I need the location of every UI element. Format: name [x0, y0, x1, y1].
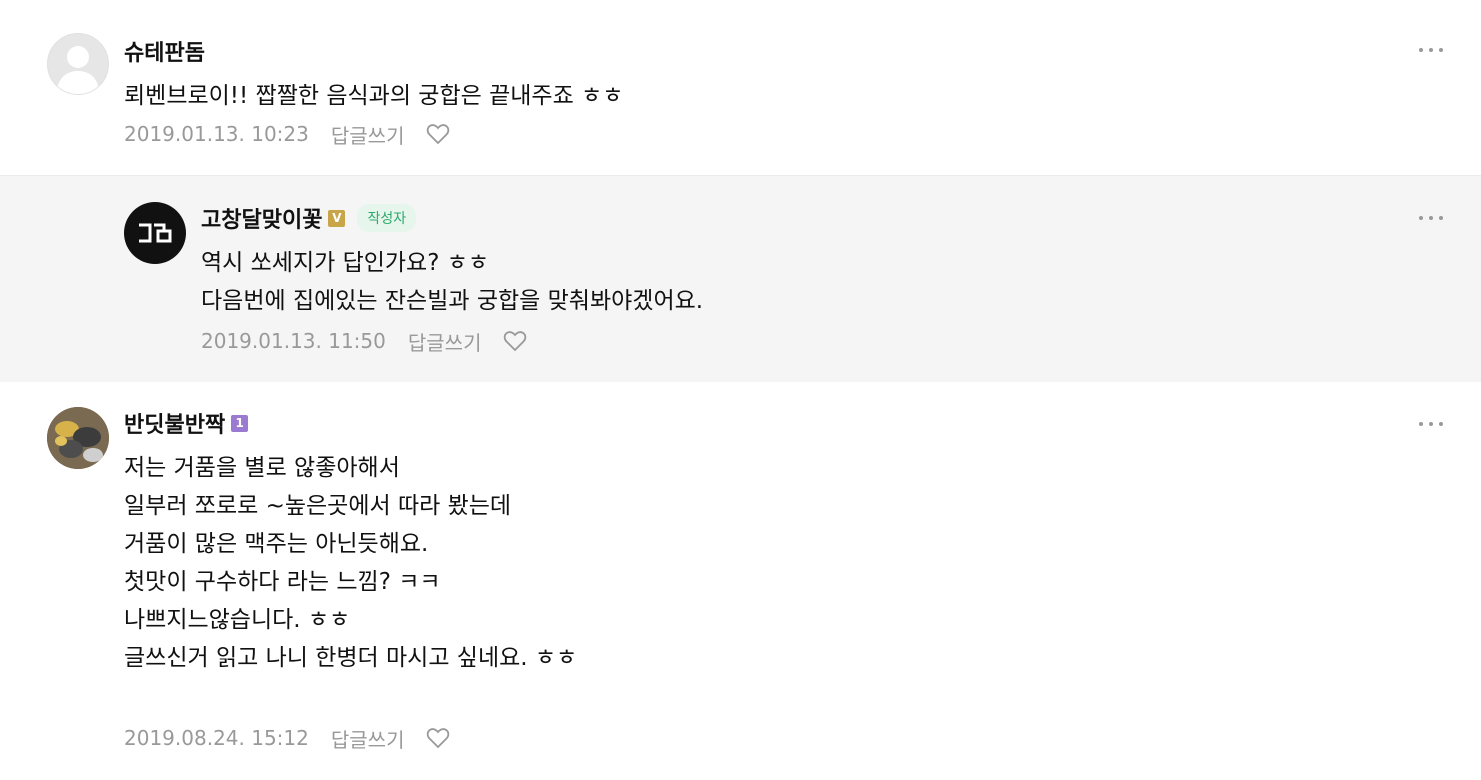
comment-date: 2019.08.24. 15:12	[124, 726, 309, 750]
comment-date: 2019.01.13. 11:50	[201, 329, 386, 353]
more-options-icon[interactable]	[1419, 419, 1443, 429]
verified-badge-icon: V	[328, 209, 346, 227]
heart-icon[interactable]	[426, 123, 450, 145]
comment-author[interactable]: 반딧불반짝	[124, 407, 225, 439]
reply-button[interactable]: 답글쓰기	[331, 724, 405, 753]
avatar-default[interactable]	[47, 33, 109, 95]
heart-icon[interactable]	[426, 727, 450, 749]
comment-text-line: 저는 거품을 별로 않좋아해서	[124, 455, 400, 481]
comment-item: 고창달맞이꽃 V 작성자 역시 쏘세지가 답인가요? ㅎㅎ 다음번에 집에있는 …	[0, 176, 1481, 382]
more-options-icon[interactable]	[1419, 213, 1443, 223]
comment-text-line: 나쁘지느않습니다. ㅎㅎ	[124, 607, 351, 633]
comment-text-line: 뢰벤브로이!! 짭짤한 음식과의 궁합은 끝내주죠 ㅎㅎ	[124, 83, 624, 109]
comment-item: 슈테판돔 뢰벤브로이!! 짭짤한 음식과의 궁합은 끝내주죠 ㅎㅎ 2019.0…	[0, 0, 1481, 175]
food-photo-icon	[47, 407, 109, 469]
reply-button[interactable]: 답글쓰기	[408, 327, 482, 356]
level-badge-icon: 1	[231, 414, 249, 432]
comment-text-line: 역시 쏘세지가 답인가요? ㅎㅎ	[201, 250, 490, 276]
comment-text-line: 글쓰신거 읽고 나니 한병더 마시고 싶네요. ㅎㅎ	[124, 645, 578, 671]
author-tag: 작성자	[357, 204, 417, 232]
avatar[interactable]	[124, 202, 186, 264]
comment-text-line: 일부러 쪼로로 ~높은곳에서 따라 봤는데	[124, 493, 512, 519]
comment-text-line: 거품이 많은 맥주는 아닌듯해요.	[124, 531, 429, 557]
user-silhouette-icon	[56, 46, 100, 94]
blog-logo-icon	[139, 223, 172, 243]
comment-author[interactable]: 슈테판돔	[124, 35, 205, 67]
comment-text-line: 다음번에 집에있는 잔슨빌과 궁합을 맞춰봐야겠어요.	[201, 288, 704, 314]
comment-item: 반딧불반짝 1 저는 거품을 별로 않좋아해서 일부러 쪼로로 ~높은곳에서 따…	[0, 383, 1481, 780]
more-options-icon[interactable]	[1419, 45, 1443, 55]
avatar[interactable]	[47, 407, 109, 469]
comment-text-line: 첫맛이 구수하다 라는 느낌? ㅋㅋ	[124, 569, 441, 595]
heart-icon[interactable]	[503, 330, 527, 352]
comment-author[interactable]: 고창달맞이꽃	[201, 202, 322, 234]
comment-date: 2019.01.13. 10:23	[124, 122, 309, 146]
reply-button[interactable]: 답글쓰기	[331, 120, 405, 149]
